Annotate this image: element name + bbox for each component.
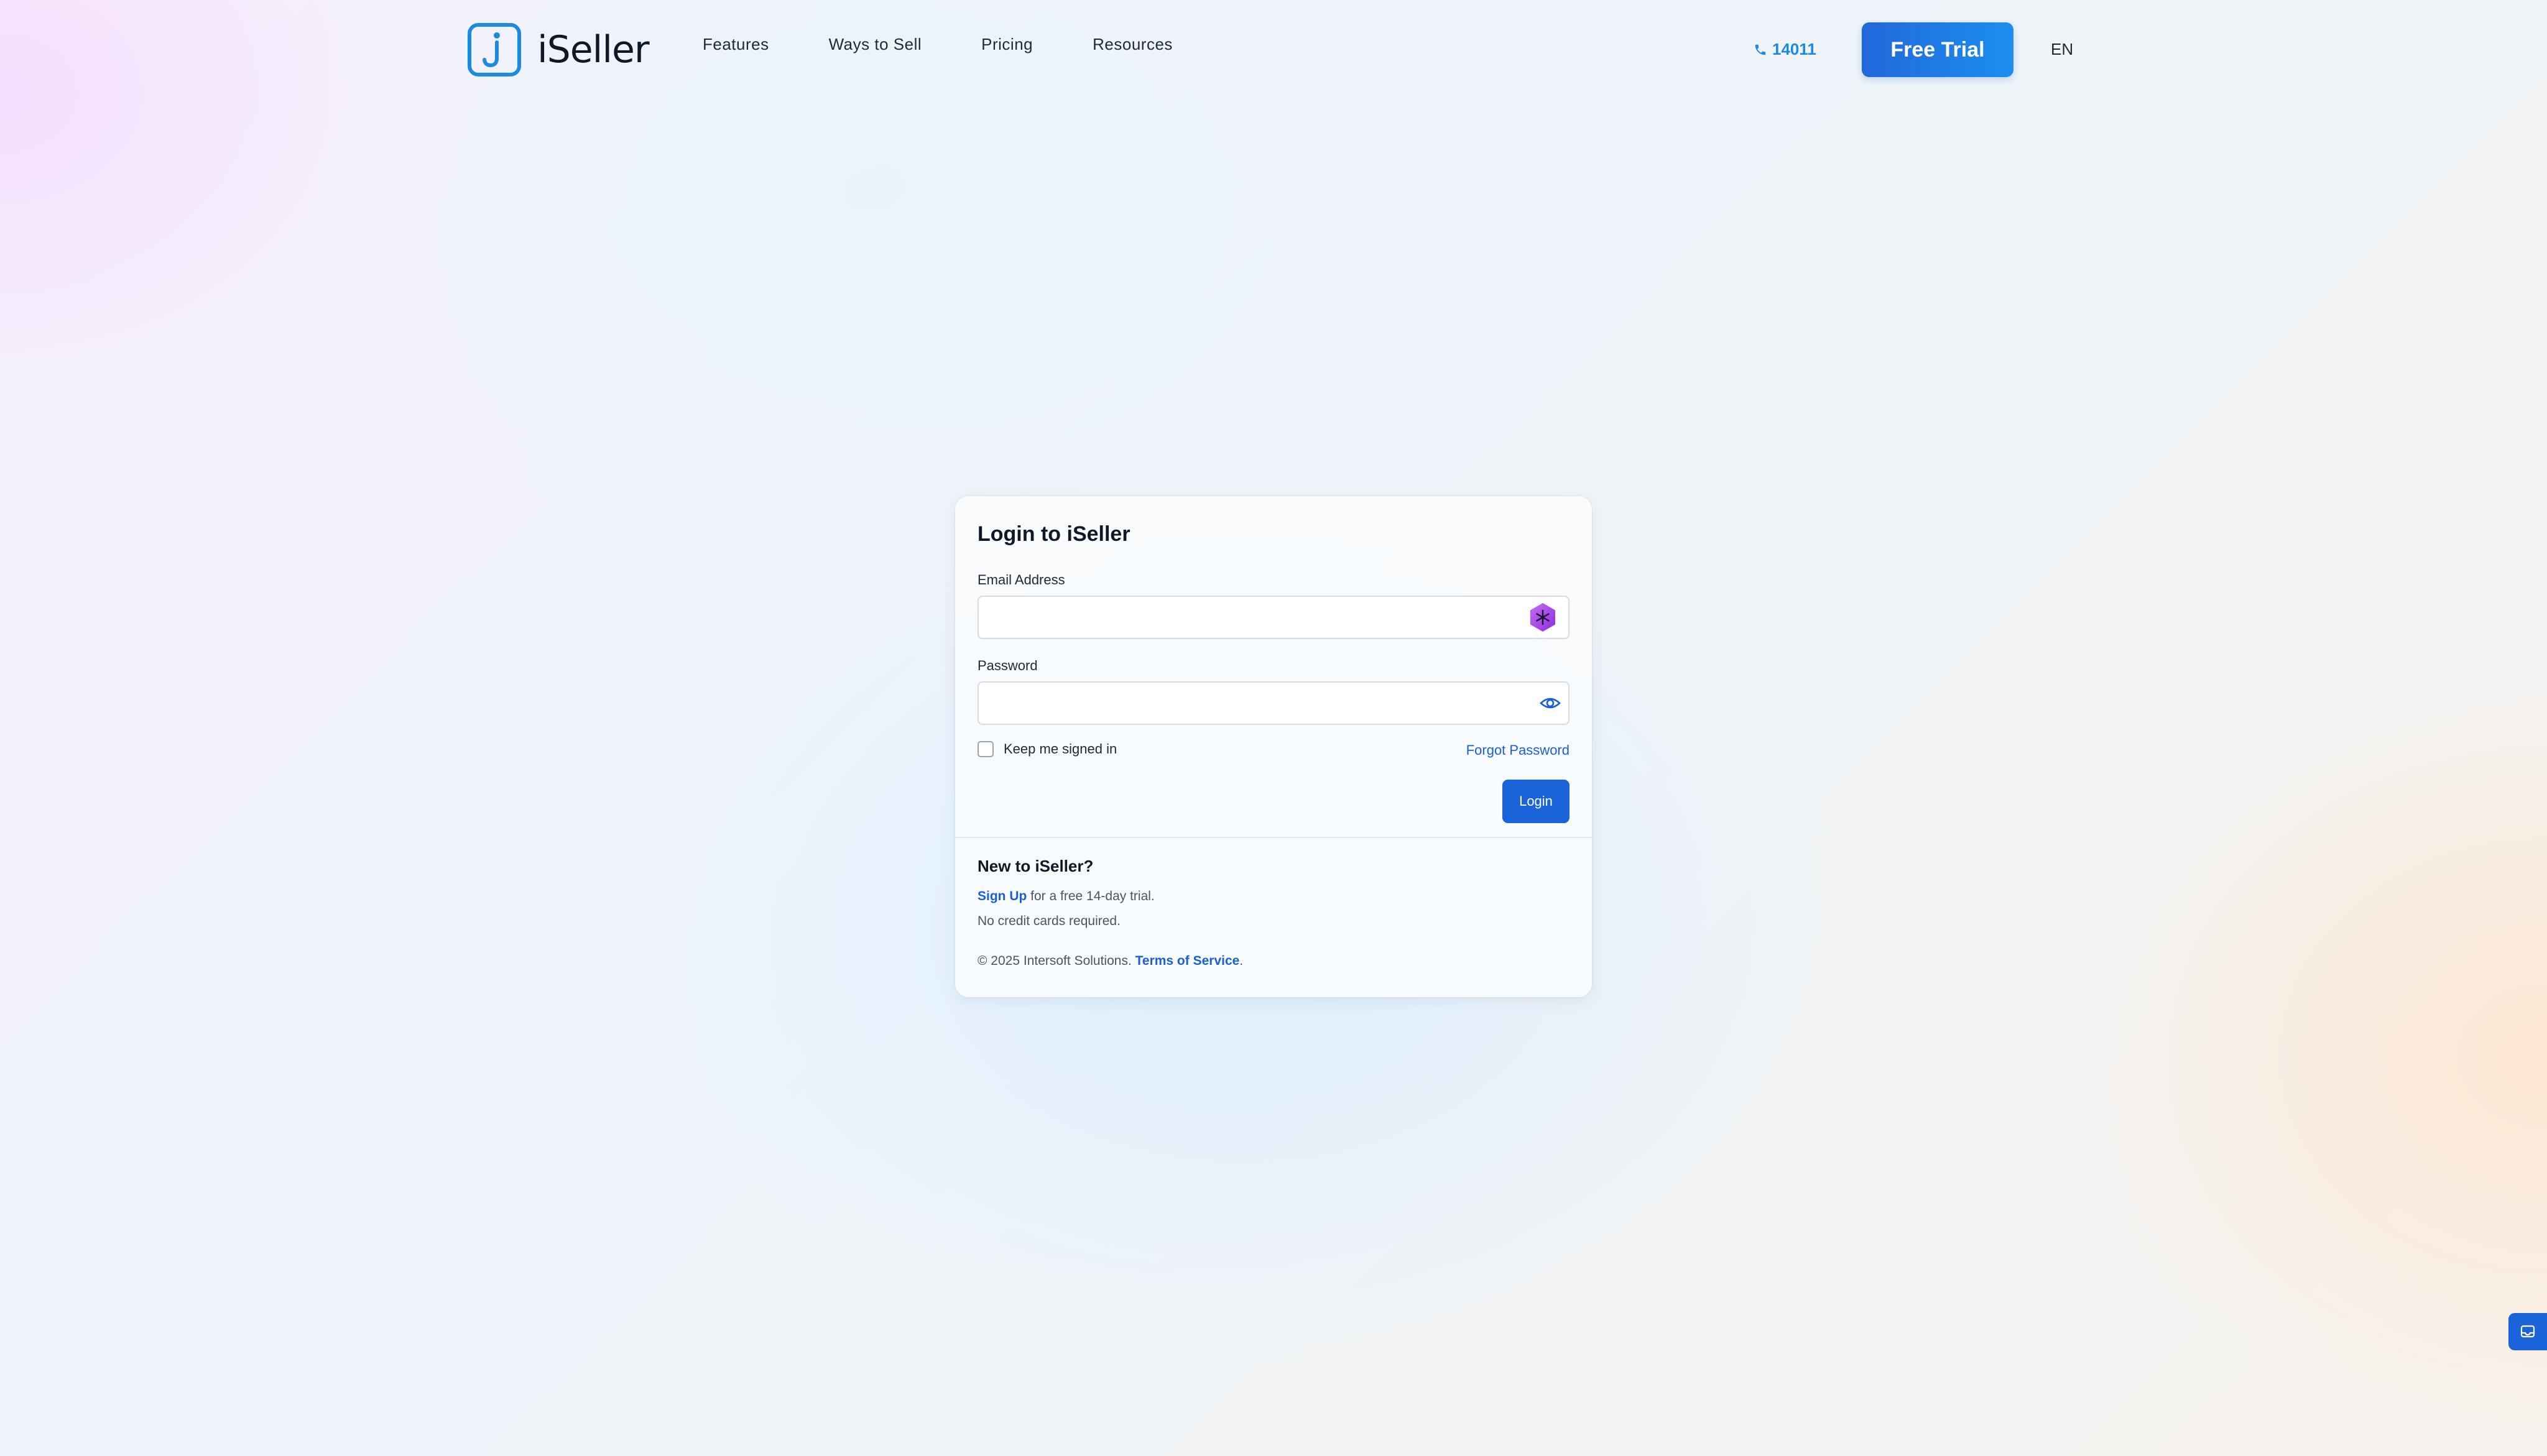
keep-signed-in-row[interactable]: Keep me signed in [978, 741, 1117, 757]
keep-signed-in-checkbox[interactable] [978, 741, 994, 757]
card-divider [955, 837, 1592, 838]
help-widget-button[interactable] [2508, 1313, 2547, 1350]
copyright-line: © 2025 Intersoft Solutions. Terms of Ser… [978, 954, 1243, 969]
phone-number: 14011 [1772, 40, 1816, 58]
language-selector[interactable]: EN [2051, 40, 2073, 59]
eye-icon[interactable] [1540, 694, 1561, 712]
terms-of-service-link[interactable]: Terms of Service [1135, 954, 1240, 968]
password-label: Password [978, 658, 1038, 673]
signup-link[interactable]: Sign Up [978, 889, 1027, 903]
terms-suffix: . [1239, 954, 1244, 968]
phone-link[interactable]: 14011 [1754, 40, 1816, 59]
signup-title: New to iSeller? [978, 857, 1094, 875]
site-header: iSeller Features Ways to Sell Pricing Re… [0, 0, 2547, 99]
brand-name: iSeller [537, 28, 650, 71]
email-field-wrapper [978, 596, 1569, 639]
password-field-wrapper [978, 681, 1569, 725]
no-credit-card-text: No credit cards required. [978, 914, 1121, 928]
login-title: Login to iSeller [978, 522, 1130, 546]
iseller-logo-icon [468, 23, 521, 76]
keep-signed-in-label: Keep me signed in [1004, 741, 1117, 757]
nav-item-pricing[interactable]: Pricing [981, 35, 1033, 54]
nav-item-features[interactable]: Features [703, 35, 769, 54]
copyright-text: © 2025 Intersoft Solutions. [978, 954, 1135, 968]
brand-logo[interactable]: iSeller [468, 21, 650, 78]
chat-inbox-icon [2520, 1325, 2535, 1338]
main-nav: Features Ways to Sell Pricing Resources [703, 35, 1173, 54]
nav-item-resources[interactable]: Resources [1093, 35, 1173, 54]
password-input[interactable] [978, 681, 1569, 725]
signup-line: Sign Up for a free 14-day trial. [978, 889, 1155, 904]
password-manager-hex-icon[interactable] [1527, 602, 1558, 633]
email-input[interactable] [978, 596, 1569, 639]
signup-trial-text: for a free 14-day trial. [1027, 889, 1155, 903]
free-trial-button[interactable]: Free Trial [1862, 22, 2013, 77]
email-label: Email Address [978, 572, 1065, 587]
nav-item-ways-to-sell[interactable]: Ways to Sell [829, 35, 922, 54]
phone-icon [1755, 44, 1766, 55]
forgot-password-link[interactable]: Forgot Password [1466, 742, 1569, 758]
login-button[interactable]: Login [1502, 780, 1569, 823]
login-card: Login to iSeller Email Address Password … [955, 496, 1592, 997]
